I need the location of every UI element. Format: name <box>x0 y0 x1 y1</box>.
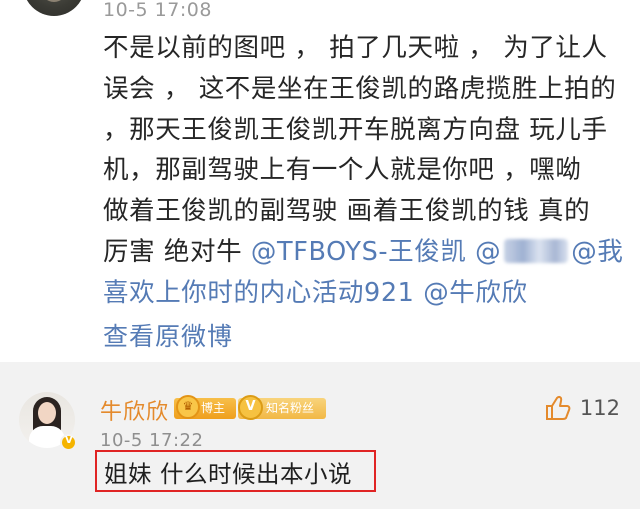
crown-icon: ♛ <box>176 395 200 419</box>
comment-line: 厉害 绝对牛 @TFBOYS-王俊凯 @ @我 <box>103 232 623 273</box>
mention-at-sign: @ <box>475 236 502 267</box>
fan-badge-label: 知名粉丝 <box>266 401 315 415</box>
author-badge: ♛ 博主 <box>174 395 236 419</box>
avatar-face <box>38 402 56 424</box>
commenter-avatar[interactable] <box>23 0 85 16</box>
reply-text: 姐妹 什么时候出本小说 <box>104 460 352 488</box>
comment-space <box>414 278 423 308</box>
comment-line: 喜欢上你时的内心活动921 @牛欣欣 <box>103 273 623 314</box>
like-count: 112 <box>579 396 620 420</box>
comment-line: 机，那副驾驶上有一个人就是你吧 ，嘿呦 <box>103 155 582 186</box>
fan-badge: V 知名粉丝 <box>238 395 326 420</box>
mention-link-blurred[interactable]: @ <box>475 237 571 267</box>
reply-comment: 牛欣欣 ♛ 博主 V 知名粉丝 112 10-5 17:22 姐妹 什么时候出本… <box>0 362 640 509</box>
reply-username[interactable]: 牛欣欣 <box>100 394 169 426</box>
comment-line: ，那天王俊凯王俊凯开车脱离方向盘 玩儿手 <box>103 114 608 145</box>
mention-link-tfboys[interactable]: @TFBOYS-王俊凯 <box>251 237 467 267</box>
mention-link-xinli[interactable]: 喜欢上你时的内心活动921 <box>103 278 414 308</box>
top-comment: 10-5 17:08 不是以前的图吧 ， 拍了几天啦 ， 为了让人 误会 ， 这… <box>0 0 640 362</box>
view-original-post-link[interactable]: 查看原微博 <box>103 317 233 353</box>
verified-badge-icon <box>60 434 77 451</box>
comment-line: 误会 ， 这不是坐在王俊凯的路虎揽胜上拍的 <box>103 73 617 104</box>
comment-line: 做着王俊凯的副驾驶 画着王俊凯的钱 真的 <box>103 196 591 227</box>
like-button[interactable]: 112 <box>544 394 620 422</box>
author-badge-label: 博主 <box>201 401 226 415</box>
blurred-username <box>504 238 569 263</box>
comment-line: 不是以前的图吧 ， 拍了几天啦 ， 为了让人 <box>103 33 608 63</box>
comment-timestamp: 10-5 17:08 <box>103 0 212 21</box>
comment-text: 厉害 绝对牛 <box>103 236 251 267</box>
thumbs-up-icon <box>545 396 571 420</box>
mention-link-xinli-prefix[interactable]: @我 <box>571 237 623 267</box>
reply-timestamp: 10-5 17:22 <box>100 430 204 451</box>
mention-link-niuxinxin[interactable]: @牛欣欣 <box>423 278 527 308</box>
fan-v-icon: V <box>238 395 263 420</box>
comment-body: 不是以前的图吧 ， 拍了几天啦 ， 为了让人 误会 ， 这不是坐在王俊凯的路虎揽… <box>103 28 623 314</box>
